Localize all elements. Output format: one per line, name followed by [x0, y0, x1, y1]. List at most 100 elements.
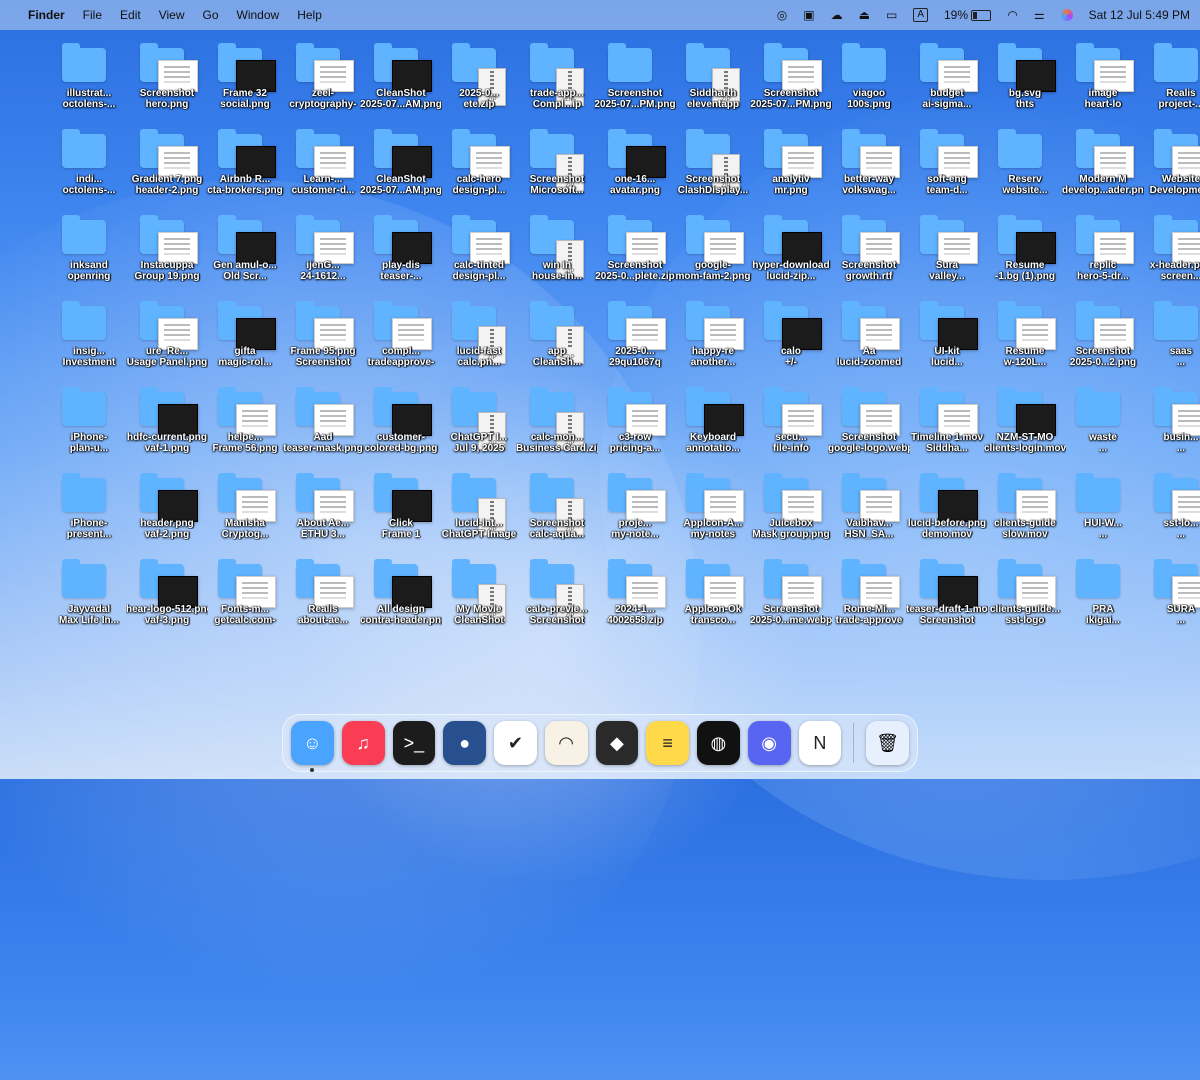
desktop-item[interactable]: HUI-W...... [1072, 472, 1132, 554]
desktop-item[interactable]: sst-lo...... [1150, 472, 1200, 554]
desktop-item[interactable]: ZIP Screenshot calc-aqua... [526, 472, 586, 554]
desktop-item[interactable]: indi... octolens-... [58, 128, 118, 210]
desktop-item[interactable]: Rome-Mi... trade-approve [836, 558, 902, 640]
terminal-icon[interactable]: >_ [392, 721, 436, 765]
input-source-icon[interactable]: A [913, 8, 928, 22]
desktop-item[interactable]: image heart-lo [1072, 42, 1134, 124]
desktop-item[interactable]: busin...... [1150, 386, 1200, 468]
desktop-item[interactable]: viagoo 100s.png [838, 42, 898, 124]
finder-icon[interactable]: ☺ [291, 721, 334, 772]
desktop-item[interactable]: teaser-draft-1.mov Screenshot [906, 558, 988, 640]
desktop-item[interactable]: CleanShot 2025-07...AM.png [360, 128, 442, 210]
desktop-item[interactable]: helpe... Frame 56.png [212, 386, 278, 468]
music-icon[interactable]: ♫ [341, 721, 385, 765]
menu-go[interactable]: Go [203, 8, 219, 22]
desktop-item[interactable]: Realis project-... [1150, 42, 1200, 124]
desktop-item[interactable]: Fonts-m... getcalc.com- [214, 558, 276, 640]
desktop-item[interactable]: Manisha Cryptog... [214, 472, 276, 554]
desktop-item[interactable]: soft-eng team-d... [916, 128, 978, 210]
desktop-item[interactable]: Applcon-Ok transco... [682, 558, 744, 640]
desktop-item[interactable]: Juicebox Mask group.png [752, 472, 830, 554]
trash-icon[interactable]: 🗑 [866, 721, 909, 765]
desktop-item[interactable]: Gen amul-o... Old Scr... [213, 214, 277, 296]
desktop-item[interactable]: ZIP app CleanSh... [526, 300, 586, 382]
desktop-item[interactable]: ZIP calc-mon... Business Card.zip [516, 386, 598, 468]
desktop-item[interactable]: ZIP Screenshot Microsoft... [526, 128, 586, 210]
desktop-item[interactable]: ZIP Screenshot ClashDisplay... [678, 128, 748, 210]
desktop-item[interactable]: calo +/- [760, 300, 822, 382]
desktop-item[interactable]: 2025-0... 29qu1067q [604, 300, 666, 382]
desktop-item[interactable]: ZIP ChatGPT I... Jul 9, 2025 [448, 386, 508, 468]
desktop-item[interactable]: clients-guide... sst-logo [990, 558, 1060, 640]
desktop-item[interactable]: saas... [1150, 300, 1200, 382]
menu-file[interactable]: File [83, 8, 102, 22]
ghost-app-icon[interactable]: ● [443, 721, 486, 765]
desktop-item[interactable]: calc-hero design-pl... [448, 128, 510, 210]
desktop-item[interactable]: clients-guide slow.mov [994, 472, 1056, 554]
desktop-item[interactable]: analytiv mr.png [760, 128, 822, 210]
desktop-item[interactable]: gifta magic-rol... [214, 300, 276, 382]
desktop-item[interactable]: proje... my-note... [604, 472, 666, 554]
desktop-item[interactable]: Sura valley... [916, 214, 978, 296]
desktop-item[interactable]: bg.svg thts [994, 42, 1056, 124]
menu-window[interactable]: Window [237, 8, 280, 22]
desktop-item[interactable]: one-16... avatar.png [604, 128, 666, 210]
desktop-item[interactable]: secu... file-info [760, 386, 822, 468]
copilot-status-icon[interactable]: ◎ [777, 8, 787, 22]
desktop-item[interactable]: Airbnb R... cta-brokers.png [207, 128, 283, 210]
tasks-check-icon[interactable]: ✔ [494, 721, 537, 765]
desktop-item[interactable]: hear-logo-512.png vaf-3.png [126, 558, 208, 640]
menu-view[interactable]: View [159, 8, 185, 22]
linear-icon[interactable]: ◍ [697, 721, 740, 765]
desktop-item[interactable]: Aad teaser-mask.png [283, 386, 363, 468]
desktop-item[interactable]: ZIP lucid-fast calc.pn... [448, 300, 508, 382]
desktop-item[interactable]: insig... Investment [58, 300, 118, 382]
desktop-item[interactable]: waste... [1072, 386, 1132, 468]
desktop-item[interactable]: Keyboard annotatio... [682, 386, 744, 468]
desktop-item[interactable]: compl... tradeapprove- [368, 300, 434, 382]
desktop-item[interactable]: Timeline 1.mov Siddha... [911, 386, 983, 468]
desktop-item[interactable]: lucid-before.png demo.mov [908, 472, 986, 554]
desktop-item[interactable]: Resume w-120L... [994, 300, 1056, 382]
desktop-item[interactable]: ZIP Siddharth eleventapp [682, 42, 742, 124]
desktop-item[interactable]: happy-re another... [682, 300, 744, 382]
desktop-item[interactable]: ZIP lucid-int... ChatGPT Image [442, 472, 516, 554]
desktop-item[interactable]: play-dis teaser-... [370, 214, 432, 296]
menu-app-name[interactable]: Finder [28, 8, 65, 22]
desktop-item[interactable]: calc-tinted design-pl... [448, 214, 510, 296]
wifi-icon[interactable]: ◠ [1007, 8, 1017, 22]
notion-icon[interactable]: N [798, 721, 842, 765]
desktop-item[interactable]: ijenG... 24-1612... [292, 214, 354, 296]
desktop-item[interactable]: Screenshot 2025-07...PM.png [594, 42, 676, 124]
desktop-item[interactable]: ZIP 2025-0... ete.zip [448, 42, 508, 124]
battery-percent[interactable]: 19% [944, 8, 992, 22]
desktop-item[interactable]: ZIP My Movie CleanShot [448, 558, 508, 640]
menu-help[interactable]: Help [297, 8, 322, 22]
desktop-item[interactable]: Screenshot 2025-0...2.png [1070, 300, 1136, 382]
desktop-item[interactable]: Reserv website... [994, 128, 1054, 210]
desktop-item[interactable]: Screenshot 2025-0...me.webp [750, 558, 832, 640]
desktop-item[interactable]: WebsiteDevelopment [1150, 128, 1200, 210]
desktop-item[interactable]: Realis about-ae... [292, 558, 354, 640]
desktop-item[interactable]: iPhone-plan-u... [58, 386, 118, 468]
desktop-item[interactable]: Resume -1.bg (1).png [994, 214, 1056, 296]
desktop-item[interactable]: better-way volkswag... [838, 128, 900, 210]
discord-icon[interactable]: ◉ [747, 721, 791, 765]
desktop-item[interactable]: Applcon-A... my-notes [682, 472, 744, 554]
desktop-item[interactable]: Learn-... customer-d... [292, 128, 354, 210]
desktop-item[interactable]: Screenshot 2025-07...PM.png [750, 42, 832, 124]
desktop-item[interactable]: hyper-download lucid-zip... [752, 214, 830, 296]
desktop-item[interactable]: Screenshot hero.png [136, 42, 198, 124]
desktop-item[interactable]: illustrat... octolens-... [58, 42, 118, 124]
desktop-item[interactable]: Screenshot google-logo.webp [828, 386, 910, 468]
cube-app-icon[interactable]: ◆ [595, 721, 639, 765]
display-icon[interactable]: ▭ [886, 8, 897, 22]
desktop-item[interactable]: ure_Re... Usage Panel.png [127, 300, 207, 382]
drive-icon[interactable]: ⏏ [859, 8, 870, 22]
menu-clock[interactable]: Sat 12 Jul 5:49 PM [1089, 8, 1190, 22]
desktop-item[interactable]: All design contra-header.png [360, 558, 442, 640]
desktop-item[interactable]: hdfc-current.png vaf-1.png [127, 386, 207, 468]
desktop-item[interactable]: ZIP calo-previe... Screenshot [526, 558, 588, 640]
desktop-item[interactable]: SURA... [1150, 558, 1200, 640]
desktop-item[interactable]: Screenshot growth.rtf [838, 214, 900, 296]
